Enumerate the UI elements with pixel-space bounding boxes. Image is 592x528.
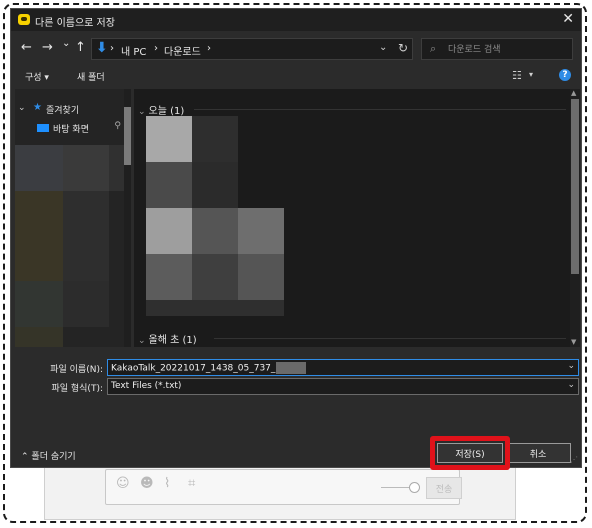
opacity-slider-knob[interactable] (409, 482, 420, 493)
view-options-icon[interactable]: ☷ (512, 69, 522, 82)
redacted-region (63, 145, 109, 191)
downloads-folder-icon: ⬇ (96, 40, 108, 56)
pin-icon[interactable]: ⚲ (114, 121, 121, 131)
chevron-down-icon[interactable]: ⌄ (138, 107, 146, 117)
redacted-region (109, 145, 124, 191)
group-divider (214, 338, 566, 339)
file-list-scrollbar-thumb[interactable] (571, 99, 579, 274)
sidebar-item-favorites[interactable]: ⌄ ★ 즐겨찾기 (15, 102, 123, 118)
file-list-scrollbar[interactable]: ▲ ▼ (570, 89, 580, 347)
title-bar: 다른 이름으로 저장 ✕ (11, 9, 581, 31)
save-as-dialog: 다른 이름으로 저장 ✕ ← → ⌄ ↑ ⬇ › 내 PC › 다운로드 › ⌄… (10, 8, 582, 470)
breadcrumb-downloads[interactable]: 다운로드 (164, 43, 201, 58)
save-form: 파일 이름(N): KakaoTalk_20221017_1438_05_737… (11, 349, 581, 470)
file-thumbnail (146, 162, 192, 208)
cancel-button[interactable]: 취소 (505, 443, 571, 463)
file-thumbnail[interactable] (146, 208, 192, 254)
filename-value-text: KakaoTalk_20221017_1438_05_737_ (111, 362, 307, 374)
chevron-down-icon[interactable]: ⌄ (18, 103, 26, 113)
redacted-selection (276, 362, 307, 374)
group-divider (194, 109, 566, 110)
file-thumbnail (146, 300, 284, 316)
kakaotalk-logo-icon (18, 14, 30, 25)
sidebar-item-label: 즐겨찾기 (46, 106, 80, 116)
file-thumbnail[interactable] (146, 116, 192, 162)
search-icon: ⌕ (430, 42, 437, 55)
file-thumbnail (238, 208, 284, 254)
address-bar[interactable]: ⬇ › 내 PC › 다운로드 › ⌄ ↻ (91, 38, 413, 60)
sidebar-scrollbar-thumb[interactable] (124, 107, 131, 165)
filename-dropdown-icon[interactable]: ⌄ (567, 361, 575, 371)
emoticon-icon[interactable]: ☻ (140, 476, 154, 491)
sidebar-item-desktop[interactable]: 바탕 화면 ⚲ (15, 121, 123, 137)
address-dropdown-icon[interactable]: ⌄ (379, 42, 387, 53)
filename-label: 파일 이름(N): (50, 365, 103, 375)
help-icon[interactable]: ? (559, 69, 571, 81)
filename-input[interactable]: KakaoTalk_20221017_1438_05_737_ ⌄ (107, 359, 579, 376)
opacity-slider[interactable] (381, 487, 411, 488)
navigation-bar: ← → ⌄ ↑ ⬇ › 내 PC › 다운로드 › ⌄ ↻ ⌕ (11, 35, 581, 63)
file-thumbnail (192, 116, 238, 162)
file-thumbnail (238, 254, 284, 300)
send-button[interactable]: 전송 (426, 477, 462, 499)
file-list-pane: ⌄ 오늘 (1) ⌄ 올해 초 (1) (134, 89, 570, 347)
organize-button[interactable]: 구성 ▾ (25, 70, 49, 83)
hide-folders-button[interactable]: ⌃ 폴더 숨기기 (21, 449, 76, 462)
chevron-up-icon: ⌃ (21, 452, 29, 462)
scroll-down-arrow-icon[interactable]: ▼ (571, 338, 576, 346)
sidebar-item-label: 바탕 화면 (53, 125, 89, 135)
dialog-title: 다른 이름으로 저장 (35, 18, 115, 29)
redacted-region (15, 281, 63, 327)
file-thumbnail (146, 254, 192, 300)
search-input[interactable] (446, 41, 570, 59)
file-thumbnail (192, 254, 238, 300)
close-icon[interactable]: ✕ (562, 11, 574, 27)
filetype-label: 파일 형식(T): (51, 384, 103, 394)
breadcrumb-this-pc[interactable]: 내 PC (121, 43, 146, 58)
filetype-select[interactable]: Text Files (*.txt) ⌄ (107, 378, 579, 395)
recent-locations-icon[interactable]: ⌄ (62, 38, 70, 49)
save-button-highlight-box (430, 436, 510, 470)
group-label: 올해 초 (1) (148, 335, 197, 346)
crop-icon[interactable]: ⌗ (188, 476, 195, 491)
search-box[interactable]: ⌕ (421, 38, 573, 60)
view-dropdown-icon[interactable]: ▾ (529, 70, 533, 79)
hide-folders-label: 폴더 숨기기 (31, 452, 76, 462)
filetype-value-text: Text Files (*.txt) (111, 381, 182, 391)
breadcrumb-separator: › (207, 43, 211, 54)
new-folder-button[interactable]: 새 폴더 (77, 70, 105, 83)
desktop-folder-icon (37, 124, 49, 132)
breadcrumb-separator: › (110, 43, 114, 54)
chevron-down-icon[interactable]: ⌄ (138, 336, 146, 346)
attach-icon[interactable]: ⌇ (164, 476, 170, 491)
breadcrumb-separator: › (154, 43, 158, 54)
group-header-earlier-this-year[interactable]: ⌄ 올해 초 (1) (138, 331, 197, 346)
file-thumbnail (192, 208, 238, 254)
redacted-region (15, 145, 63, 191)
resize-grip-icon[interactable]: ⋰ (570, 455, 578, 464)
star-icon: ★ (33, 102, 42, 113)
back-arrow-icon[interactable]: ← (21, 40, 32, 55)
redacted-region (15, 327, 63, 347)
toolbar: 구성 ▾ 새 폴더 ☷ ▾ ? (11, 67, 581, 87)
forward-arrow-icon[interactable]: → (42, 40, 53, 55)
filetype-dropdown-icon[interactable]: ⌄ (567, 380, 575, 390)
sidebar-scrollbar[interactable] (124, 89, 131, 347)
redacted-region (63, 281, 109, 327)
group-header-today[interactable]: ⌄ 오늘 (1) (138, 102, 184, 117)
refresh-icon[interactable]: ↻ (398, 41, 408, 55)
up-arrow-icon[interactable]: ↑ (75, 40, 86, 55)
file-thumbnail (192, 162, 238, 208)
redacted-region (15, 191, 63, 281)
emoji-icon[interactable]: ☺ (116, 476, 130, 491)
scroll-up-arrow-icon[interactable]: ▲ (571, 89, 576, 97)
chat-input-area[interactable]: ☺ ☻ ⌇ ⌗ 전송 (105, 469, 462, 505)
redacted-region (63, 191, 109, 281)
navigation-pane: ⌄ ★ 즐겨찾기 바탕 화면 ⚲ (15, 89, 131, 347)
